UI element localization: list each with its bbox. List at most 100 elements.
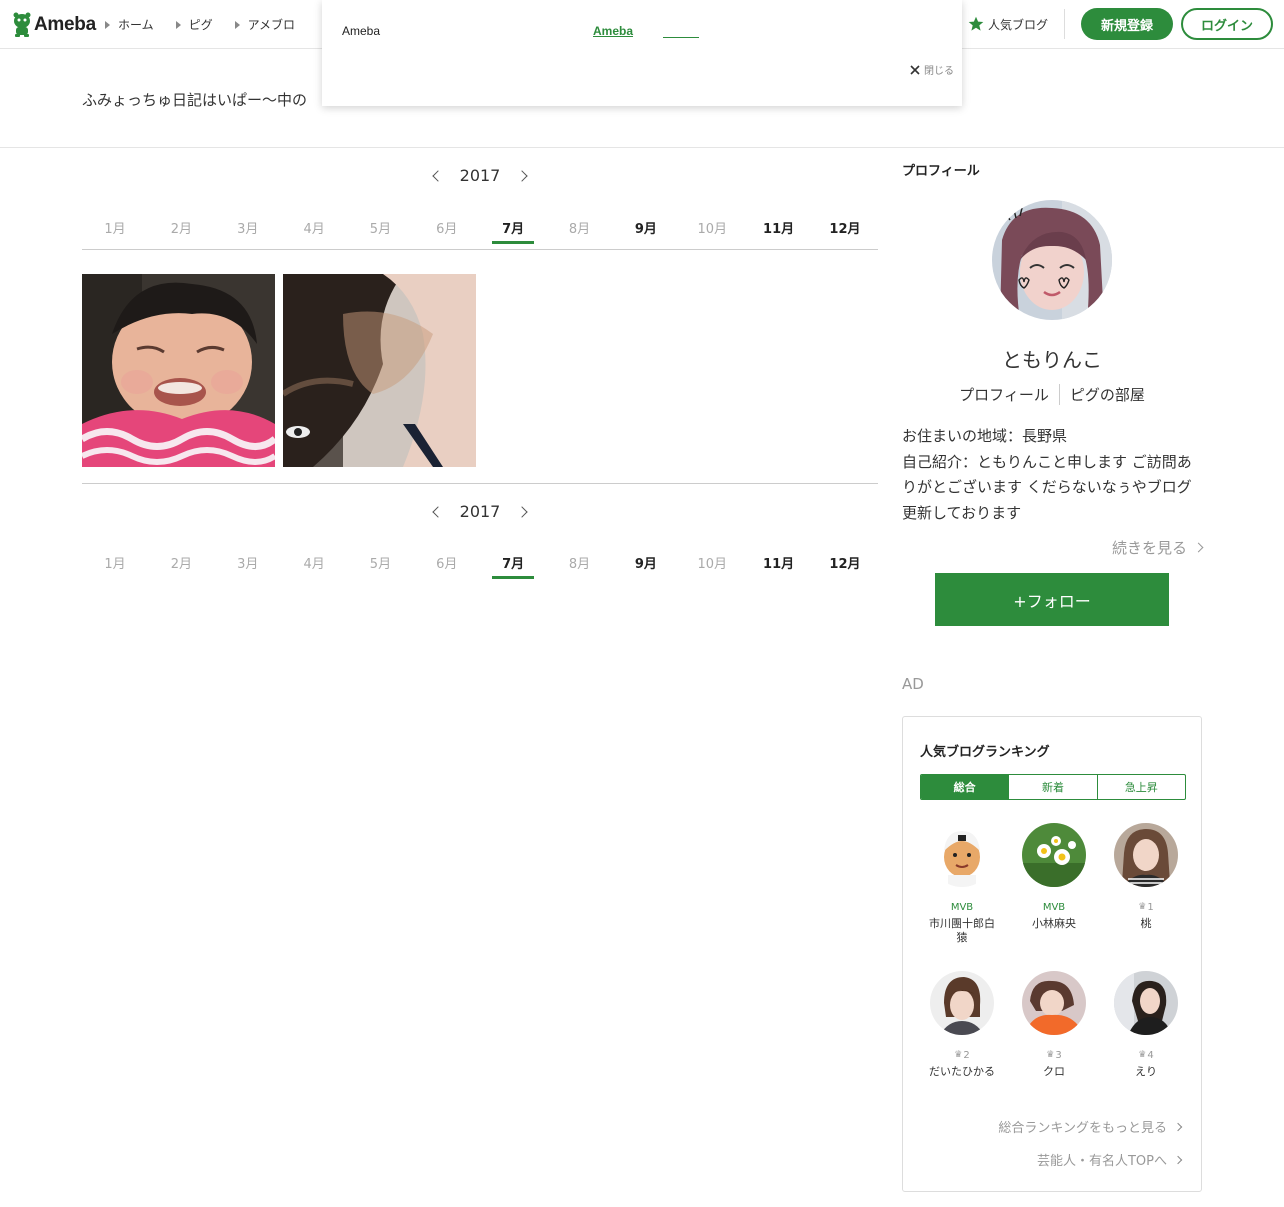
profile-avatar-image (992, 200, 1112, 320)
ranking-tabs: 総合 新着 急上昇 (920, 774, 1186, 800)
chevron-right-icon (1173, 1122, 1183, 1131)
profile-intro: 自己紹介：ともりんこと申します ご訪問ありがとございます くだらないなぅやブログ… (902, 452, 1192, 522)
nav-item-home[interactable]: ホーム (105, 16, 154, 33)
overall-ranking-label: 総合ランキングをもっと見る (998, 1121, 1167, 1136)
photo-thumbnail-selfie[interactable] (283, 274, 476, 467)
month-tab[interactable]: 7月 (482, 218, 544, 244)
caret-right-icon (175, 20, 181, 29)
ranking-item[interactable]: ♛ 3 クロ (1008, 971, 1100, 1105)
read-more-label: 続きを見る (1111, 539, 1187, 557)
ranking-name: えり (1135, 1065, 1157, 1078)
profile-description: お住まいの地域：長野県 自己紹介：ともりんこと申します ご訪問ありがとございます… (902, 424, 1202, 526)
overall-ranking-link[interactable]: 総合ランキングをもっと見る (998, 1117, 1183, 1136)
divider (0, 147, 1284, 148)
popular-blog-link[interactable]: 人気ブログ (968, 9, 1065, 39)
ranking-item[interactable]: MVB 市川團十郎白猿 (916, 823, 1008, 957)
month-tabs: 1月 2月 3月 4月 5月 6月 7月 8月 9月 10月 11月 12月 (82, 553, 878, 579)
crown-icon: ♛ (1138, 902, 1147, 912)
profile-link[interactable]: プロフィール (949, 384, 1060, 405)
ranking-item[interactable]: ♛ 2 だいたひかる (916, 971, 1008, 1105)
photo-thumbnail-baby[interactable] (82, 274, 275, 467)
month-tab: 10月 (697, 222, 727, 237)
ranking-badge: ♛ 2 (954, 1049, 970, 1061)
month-tab: 2月 (170, 557, 192, 572)
month-tab: 4月 (303, 557, 325, 572)
profile-heading: プロフィール (902, 164, 980, 179)
year-label: 2017 (459, 502, 501, 521)
month-tab: 6月 (436, 557, 458, 572)
ranking-avatar (930, 823, 994, 887)
nav-label: アメブロ (247, 18, 296, 32)
close-icon (910, 64, 920, 75)
ranking-badge: MVB (950, 901, 974, 913)
month-tab: 10月 (697, 557, 727, 572)
chevron-right-icon[interactable] (516, 505, 529, 518)
ranking-avatar (1114, 823, 1178, 887)
popup-link-secondary[interactable] (663, 24, 699, 38)
global-nav: ホーム ピグ アメブロ (105, 16, 295, 33)
month-tab[interactable]: 11月 (748, 553, 810, 577)
nav-item-ameblo[interactable]: アメブロ (234, 16, 296, 33)
chevron-right-icon (1173, 1155, 1183, 1164)
nav-label: ホーム (118, 18, 154, 32)
celebrity-top-label: 芸能人・有名人TOPへ (1036, 1154, 1167, 1169)
login-button[interactable]: ログイン (1181, 8, 1273, 40)
ranking-name: 市川團十郎白猿 (929, 917, 995, 944)
crown-icon: ♛ (1138, 1050, 1147, 1060)
month-tab: 8月 (568, 222, 591, 237)
month-tab[interactable]: 9月 (615, 218, 677, 242)
chevron-left-icon[interactable] (431, 505, 444, 518)
ranking-name: だいたひかる (929, 1065, 995, 1078)
follow-button[interactable]: +フォロー (935, 573, 1169, 626)
popup-link[interactable]: Ameba (593, 24, 651, 38)
tab-overall[interactable]: 総合 (921, 775, 1009, 799)
ranking-grid: MVB 市川團十郎白猿 MVB 小林麻央 ♛ 1 桃 ♛ 2 だいたひかる ♛ … (916, 823, 1192, 1105)
month-tab[interactable]: 11月 (748, 218, 810, 242)
month-tab: 6月 (436, 222, 458, 237)
nav-item-pigg[interactable]: ピグ (175, 16, 213, 33)
divider (82, 249, 878, 250)
month-tab[interactable]: 7月 (482, 553, 544, 579)
popup-close-button[interactable]: 閉じる (910, 62, 954, 77)
profile-name[interactable]: ともりんこ (902, 344, 1202, 373)
month-tab[interactable]: 12月 (814, 553, 876, 577)
ranking-panel: 人気ブログランキング 総合 新着 急上昇 MVB 市川團十郎白猿 MVB 小林麻… (902, 716, 1202, 1192)
pig-room-link[interactable]: ピグの部屋 (1060, 384, 1155, 405)
tab-rising[interactable]: 急上昇 (1096, 775, 1185, 799)
month-tab[interactable]: 9月 (615, 553, 677, 577)
month-tab: 2月 (170, 222, 192, 237)
month-tab: 3月 (237, 222, 259, 237)
celebrity-top-link[interactable]: 芸能人・有名人TOPへ (1036, 1150, 1183, 1169)
ranking-item[interactable]: ♛ 1 桃 (1100, 823, 1192, 957)
ranking-item[interactable]: MVB 小林麻央 (1008, 823, 1100, 957)
logo-text: Ameba (34, 14, 96, 35)
tab-new[interactable]: 新着 (1008, 775, 1096, 799)
profile-avatar[interactable] (992, 200, 1112, 320)
year-label: 2017 (459, 166, 501, 185)
ranking-badge: MVB (1042, 901, 1066, 913)
ranking-badge: ♛ 4 (1138, 1049, 1154, 1061)
register-button[interactable]: 新規登録 (1081, 8, 1173, 40)
read-more-link[interactable]: 続きを見る (1111, 537, 1204, 558)
ranking-item[interactable]: ♛ 4 えり (1100, 971, 1192, 1105)
star-icon (968, 16, 984, 31)
chevron-left-icon[interactable] (431, 169, 444, 182)
month-tab: 5月 (369, 557, 392, 572)
ameba-logo[interactable]: Ameba (12, 12, 96, 38)
ameba-mascot-icon (13, 12, 31, 37)
photo-grid (82, 274, 476, 467)
popup-close-label: 閉じる (924, 66, 954, 77)
month-tab: 1月 (104, 222, 126, 237)
popup-brand: Ameba (342, 24, 381, 38)
ranking-title: 人気ブログランキング (920, 745, 1050, 760)
month-tab: 1月 (104, 557, 126, 572)
month-tab[interactable]: 12月 (814, 218, 876, 242)
caret-right-icon (105, 20, 110, 29)
ranking-avatar (1114, 971, 1178, 1035)
chevron-right-icon[interactable] (516, 169, 529, 182)
blog-title[interactable]: ふみょっちゅ日記はいぱー〜中の (82, 89, 307, 110)
divider (82, 483, 878, 484)
baby-photo-image (82, 274, 275, 467)
crown-icon: ♛ (1046, 1050, 1055, 1060)
month-tab: 5月 (369, 222, 392, 237)
